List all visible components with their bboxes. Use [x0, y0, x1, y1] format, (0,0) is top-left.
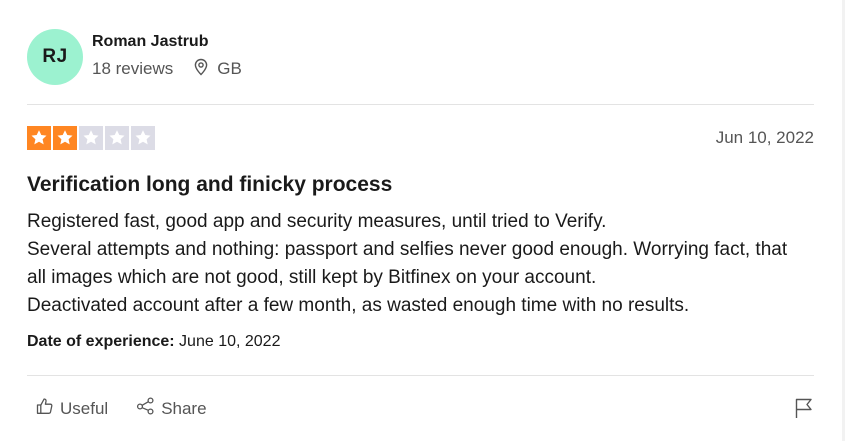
useful-button[interactable]: Useful	[36, 397, 108, 420]
review-date: Jun 10, 2022	[715, 128, 814, 147]
review-title[interactable]: Verification long and finicky process	[27, 173, 392, 197]
header-divider	[27, 104, 814, 105]
report-flag-button[interactable]	[794, 397, 814, 424]
country-code: GB	[217, 59, 242, 78]
star-filled-icon	[53, 126, 77, 150]
review-count: 18 reviews	[92, 59, 174, 78]
experience-label: Date of experience:	[27, 333, 175, 350]
location-pin-icon	[193, 58, 217, 81]
review-body: Registered fast, good app and security m…	[27, 208, 807, 320]
star-empty-icon	[105, 126, 129, 150]
useful-label: Useful	[60, 398, 109, 418]
share-button[interactable]: Share	[136, 397, 207, 420]
thumbs-up-icon	[36, 397, 60, 420]
star-empty-icon	[131, 126, 155, 150]
star-filled-icon	[27, 126, 51, 150]
footer-divider	[27, 375, 814, 376]
reviewer-meta: 18 reviews GB	[92, 58, 242, 81]
review-paragraph: Several attempts and nothing: passport a…	[27, 239, 788, 288]
reviewer-info: Roman Jastrub 18 reviews GB	[92, 32, 242, 81]
review-card: RJ Roman Jastrub 18 reviews GB Jun 10, 2…	[0, 0, 845, 441]
reviewer-header: RJ Roman Jastrub 18 reviews GB	[27, 29, 242, 85]
review-paragraph: Deactivated account after a few month, a…	[27, 295, 690, 316]
star-rating	[27, 126, 155, 150]
date-of-experience: Date of experience: June 10, 2022	[27, 333, 280, 351]
review-paragraph: Registered fast, good app and security m…	[27, 211, 607, 232]
flag-icon	[794, 398, 814, 423]
share-label: Share	[161, 398, 207, 418]
reviewer-location: GB	[193, 58, 242, 81]
star-empty-icon	[79, 126, 103, 150]
avatar[interactable]: RJ	[27, 29, 83, 85]
experience-date: June 10, 2022	[174, 333, 281, 350]
reviewer-name[interactable]: Roman Jastrub	[92, 32, 242, 52]
share-icon	[136, 397, 161, 420]
review-actions: Useful Share	[36, 397, 207, 420]
